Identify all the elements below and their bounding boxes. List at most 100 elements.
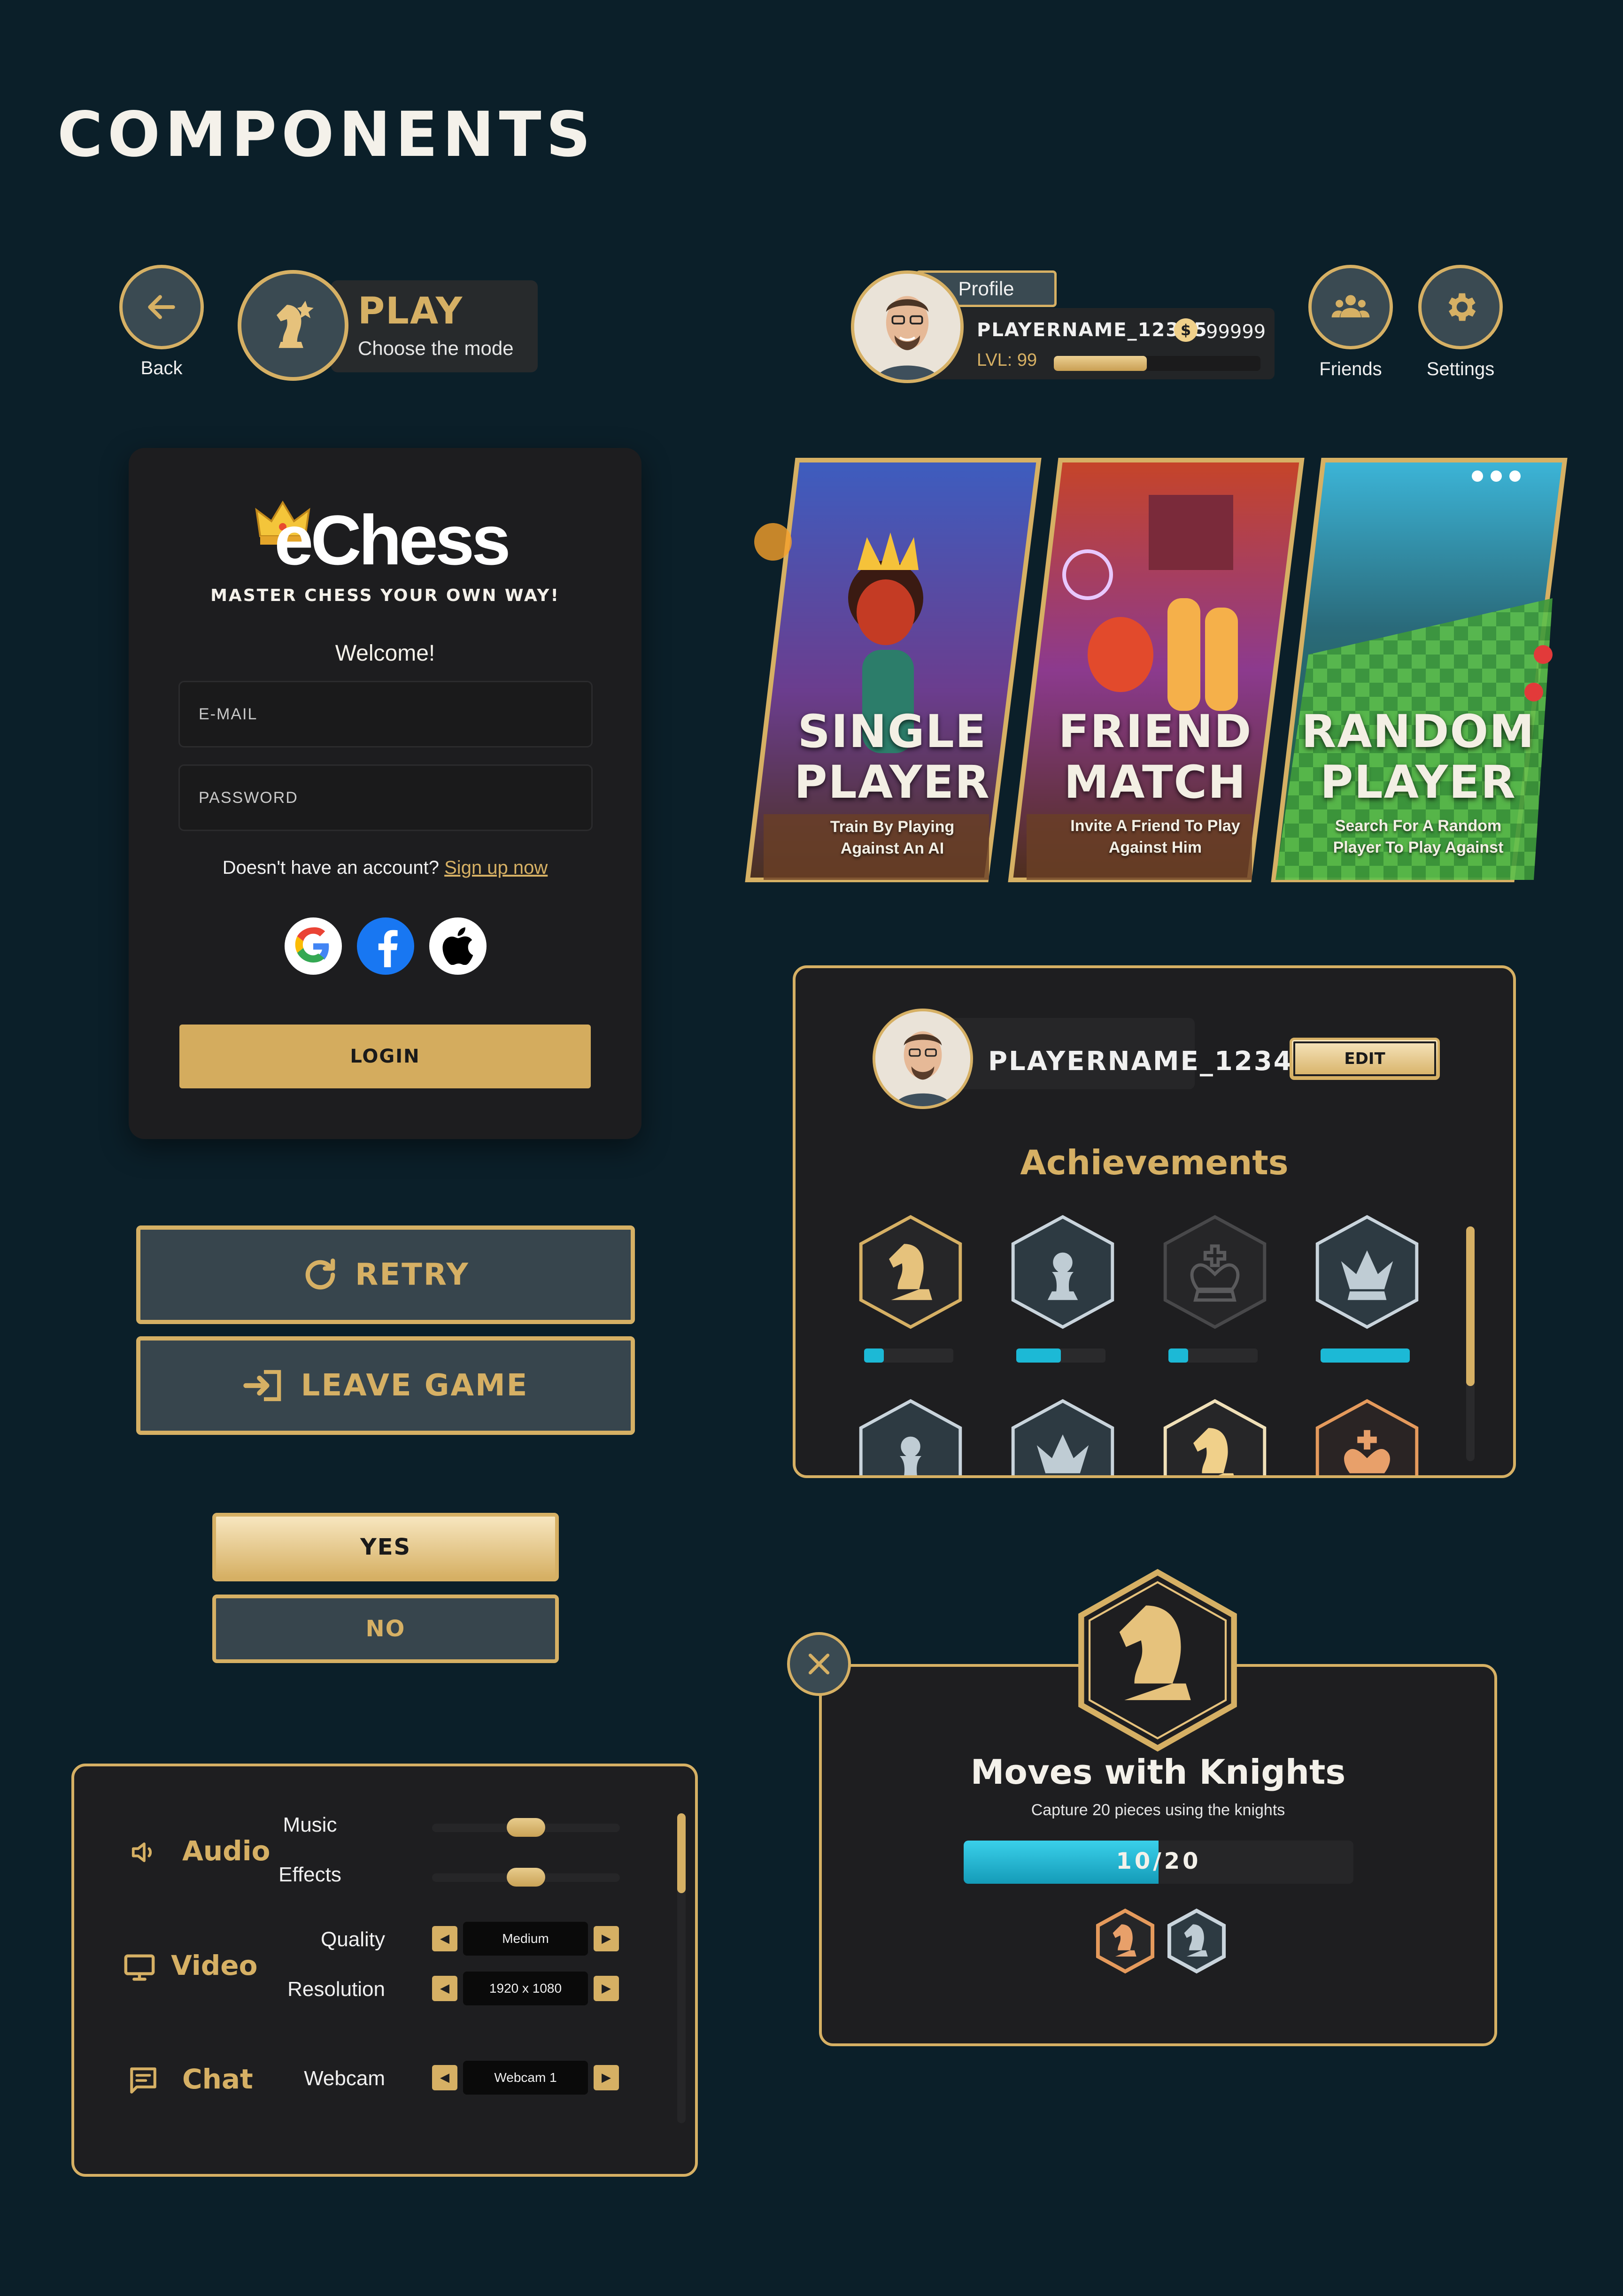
play-title: PLAY (358, 290, 464, 332)
music-slider-knob[interactable] (507, 1818, 545, 1837)
settings-cat-video[interactable]: Video (171, 1949, 257, 1981)
caret-left-icon: ◀ (440, 2071, 449, 2085)
play-subtitle: Choose the mode (358, 337, 514, 359)
leave-game-label: LEAVE GAME (301, 1368, 529, 1403)
popup-progress-text: 10/20 (1116, 1848, 1201, 1874)
achievements-title: Achievements (1020, 1143, 1289, 1182)
ach-avatar (873, 1009, 973, 1109)
friends-button[interactable] (1308, 265, 1393, 349)
apple-icon (442, 927, 473, 965)
settings-panel: Audio Video Chat Music Effects Quality ◀… (71, 1764, 698, 2177)
achievement-progress-bar (1168, 1348, 1258, 1363)
pawn-icon (1011, 1215, 1114, 1329)
mode-subtitle-friend-match: Invite A Friend To Play Against Him (1070, 817, 1240, 856)
close-icon (808, 1653, 830, 1675)
back-label: Back (140, 358, 183, 378)
webcam-label: Webcam (304, 2067, 385, 2090)
friends-label: Friends (1319, 359, 1382, 379)
avatar-portrait (854, 274, 960, 380)
edit-profile-button[interactable]: EDIT (1290, 1038, 1440, 1080)
caret-right-icon: ▶ (602, 1981, 611, 1996)
webcam-prev-button[interactable]: ◀ (432, 2065, 457, 2090)
settings-cat-audio[interactable]: Audio (182, 1835, 270, 1867)
page-title: COMPONENTS (57, 99, 595, 171)
ach-scroll-thumb[interactable] (1466, 1226, 1475, 1386)
settings-scroll-track[interactable] (677, 1813, 686, 2123)
mode-card-friend-match[interactable]: FRIEND MATCH Invite A Friend To Play Again… (1008, 457, 1305, 883)
achievement-badge[interactable] (1009, 1397, 1117, 1475)
knight-icon (859, 1215, 962, 1329)
back-button[interactable] (119, 265, 204, 349)
music-slider[interactable] (432, 1818, 620, 1837)
friends-icon (1331, 295, 1370, 317)
effects-label: Effects (278, 1863, 341, 1886)
signup-link[interactable]: Sign up now (444, 857, 548, 878)
brand-tagline: MASTER CHESS YOUR OWN WAY! (210, 586, 560, 605)
popup-close-button[interactable] (787, 1632, 851, 1696)
profile-player-name: PLAYERNAME_12345 (977, 319, 1208, 341)
settings-button[interactable] (1418, 265, 1503, 349)
speaker-icon (131, 1842, 152, 1862)
mode-title-random-player: RANDOM PLAYER (1301, 705, 1535, 809)
login-card: eChess MASTER CHESS YOUR OWN WAY! Welcom… (129, 448, 641, 1139)
profile-avatar[interactable] (851, 270, 964, 383)
password-input[interactable]: PASSWORD (178, 764, 593, 831)
mode-card-random-player[interactable]: RANDOM PLAYER Search For A Random Player T… (1271, 457, 1568, 883)
achievement-badge[interactable] (1313, 1397, 1421, 1475)
achievement-progress-fill (1016, 1348, 1061, 1363)
no-account-text: Doesn't have an account? (222, 857, 439, 878)
retry-icon (305, 1258, 335, 1290)
effects-slider-knob[interactable] (507, 1868, 545, 1887)
play-mode-icon-circle (238, 270, 348, 381)
achievement-badge[interactable] (1313, 1213, 1421, 1331)
resolution-next-button[interactable]: ▶ (594, 1976, 619, 2001)
quality-value: Medium (463, 1922, 588, 1956)
queen-icon (1011, 1399, 1114, 1475)
mode-card-single-player[interactable]: SINGLE PLAYER Train By Playing Against An … (745, 457, 1042, 883)
popup-title: Moves with Knights (970, 1752, 1346, 1792)
effects-slider[interactable] (432, 1868, 620, 1887)
quality-label: Quality (321, 1928, 385, 1951)
level-progress-fill (1054, 356, 1147, 371)
google-login-button[interactable] (285, 917, 342, 975)
apple-login-button[interactable] (429, 917, 487, 975)
achievement-progress-fill (864, 1348, 884, 1363)
reward-knight-silver-icon (1167, 1908, 1226, 1974)
retry-label: RETRY (355, 1257, 470, 1292)
webcam-next-button[interactable]: ▶ (594, 2065, 619, 2090)
quality-prev-button[interactable]: ◀ (432, 1926, 457, 1951)
caret-left-icon: ◀ (440, 1932, 449, 1946)
achievement-progress-bar (1016, 1348, 1105, 1363)
ach-scroll-track[interactable] (1466, 1226, 1475, 1461)
avatar-portrait (875, 1011, 970, 1106)
yes-button[interactable]: YES (212, 1513, 559, 1581)
signup-prompt: Doesn't have an account? Sign up now (129, 857, 641, 878)
achievement-progress-bar (1321, 1348, 1410, 1363)
popup-knight-badge (1078, 1569, 1237, 1752)
gear-icon (1448, 293, 1476, 321)
mode-title-single-player: SINGLE PLAYER (794, 705, 990, 809)
achievement-badge[interactable] (857, 1397, 965, 1475)
login-button[interactable]: LOGIN (179, 1025, 591, 1088)
facebook-login-button[interactable] (357, 917, 414, 975)
mode-subtitle-single-player: Train By Playing Against An AI (830, 818, 955, 857)
caret-right-icon: ▶ (602, 2071, 611, 2085)
achievement-progress-fill (1321, 1348, 1410, 1363)
achievement-badge[interactable] (1161, 1397, 1269, 1475)
google-icon (295, 927, 329, 963)
resolution-label: Resolution (287, 1978, 385, 2001)
retry-button[interactable]: RETRY (136, 1225, 635, 1324)
settings-scroll-thumb[interactable] (677, 1813, 686, 1893)
coin-count: 99999 (1206, 321, 1266, 343)
no-button[interactable]: NO (212, 1595, 559, 1663)
caret-left-icon: ◀ (440, 1981, 449, 1996)
leave-game-button[interactable]: LEAVE GAME (136, 1336, 635, 1435)
resolution-prev-button[interactable]: ◀ (432, 1976, 457, 2001)
achievement-badge[interactable] (1009, 1213, 1117, 1331)
quality-next-button[interactable]: ▶ (594, 1926, 619, 1951)
email-input[interactable]: E-MAIL (178, 681, 593, 747)
exit-icon (243, 1370, 281, 1402)
achievement-badge[interactable] (1161, 1213, 1269, 1331)
brand-logo: eChess (274, 501, 511, 579)
achievement-badge[interactable] (857, 1213, 965, 1331)
